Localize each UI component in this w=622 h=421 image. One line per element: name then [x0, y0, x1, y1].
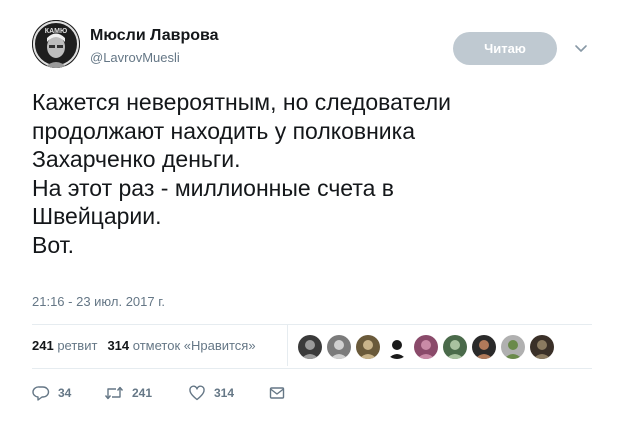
author-handle[interactable]: @LavrovMuesli	[90, 50, 180, 65]
retweet-button[interactable]: 241	[104, 384, 188, 402]
retweet-stat[interactable]: 241 ретвит	[32, 338, 97, 353]
tweet-text-line: продолжают находить у полковника	[32, 117, 415, 144]
tweet-text-line: Захарченко деньги.	[32, 146, 241, 172]
reply-icon	[32, 384, 50, 402]
liker-avatar[interactable]	[501, 335, 525, 359]
liker-avatar[interactable]	[298, 335, 322, 359]
tweet-card: КАМЮ Мюсли Лаврова @LavrovMuesli Читаю К…	[0, 0, 622, 421]
liker-avatar[interactable]	[385, 335, 409, 359]
liker-avatar[interactable]	[443, 335, 467, 359]
tweet-actions: 34 241 314	[32, 384, 286, 402]
like-button[interactable]: 314	[188, 384, 268, 402]
retweet-icon	[104, 384, 124, 402]
retweet-count: 241	[132, 386, 153, 400]
tweet-text: Кажется невероятным, но следователи прод…	[32, 88, 602, 259]
reply-count: 34	[58, 386, 72, 400]
heart-icon	[188, 384, 206, 402]
author-avatar[interactable]: КАМЮ	[32, 20, 80, 68]
liker-avatar[interactable]	[530, 335, 554, 359]
divider	[32, 324, 592, 325]
liker-avatar[interactable]	[356, 335, 380, 359]
tweet-stats: 241 ретвит 314 отметок «Нравится»	[32, 338, 256, 353]
tweet-text-line: На этот раз - миллионные счета в	[32, 174, 395, 201]
like-count: 314	[214, 386, 235, 400]
tweet-text-line: Вот.	[32, 231, 75, 258]
liker-avatars	[298, 335, 559, 360]
tweet-text-line: Швейцарии.	[32, 203, 162, 229]
envelope-icon	[268, 384, 286, 402]
liker-avatar[interactable]	[414, 335, 438, 359]
tweet-timestamp[interactable]: 21:16 - 23 июл. 2017 г.	[32, 294, 165, 309]
retweet-stat-label: ретвит	[57, 338, 98, 353]
liker-avatar[interactable]	[472, 335, 496, 359]
following-button[interactable]: Читаю	[453, 32, 557, 65]
author-display-name[interactable]: Мюсли Лаврова	[90, 27, 219, 45]
like-stat-count: 314	[107, 338, 130, 353]
like-stat[interactable]: 314 отметок «Нравится»	[107, 338, 255, 353]
like-stat-label: отметок «Нравится»	[132, 338, 256, 353]
reply-button[interactable]: 34	[32, 384, 104, 402]
liker-avatar[interactable]	[327, 335, 351, 359]
divider	[32, 368, 592, 369]
direct-message-button[interactable]	[268, 384, 286, 402]
stats-separator	[287, 324, 288, 366]
retweet-stat-count: 241	[32, 338, 54, 353]
more-options-chevron-down-icon[interactable]	[573, 40, 589, 56]
tweet-text-line: Кажется невероятным, но следователи	[32, 89, 451, 115]
avatar-image: КАМЮ	[32, 20, 80, 68]
